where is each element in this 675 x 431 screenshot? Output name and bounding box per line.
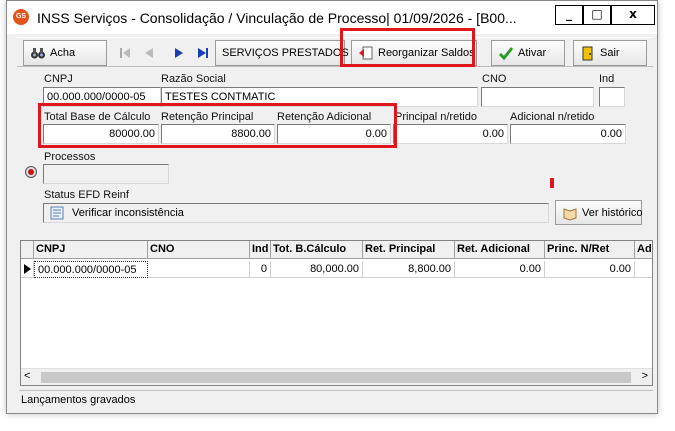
- ativar-label: Ativar: [518, 47, 547, 59]
- servicos-prestados-button[interactable]: SERVIÇOS PRESTADOS: [215, 40, 349, 66]
- cno-field[interactable]: [481, 87, 594, 107]
- retencao-principal-field[interactable]: 8800.00: [161, 124, 275, 144]
- current-row-indicator: [21, 261, 34, 278]
- column-header-ret-adicional[interactable]: Ret. Adicional: [455, 241, 545, 259]
- exit-door-icon: [580, 45, 596, 61]
- checkmark-icon: [498, 45, 514, 61]
- column-header-ind[interactable]: Ind: [250, 241, 271, 259]
- table-cell-cno[interactable]: [148, 261, 250, 278]
- ver-historico-label: Ver histórico: [582, 206, 643, 219]
- history-book-icon: [562, 205, 578, 221]
- status-bar: Lançamentos gravados: [19, 390, 653, 410]
- adicional-nretido-field[interactable]: 0.00: [510, 124, 626, 144]
- processos-field[interactable]: [43, 164, 169, 184]
- table-cell-ret-principal[interactable]: 8,800.00: [363, 261, 455, 278]
- table-cell-tot-bcalculo[interactable]: 80,000.00: [271, 261, 363, 278]
- close-button[interactable]: x: [611, 5, 655, 25]
- status-efd-field: Verificar inconsistência: [43, 203, 549, 223]
- ativar-button[interactable]: Ativar: [491, 40, 565, 66]
- ver-historico-button[interactable]: Ver histórico: [555, 200, 643, 225]
- previous-record-button[interactable]: [137, 40, 159, 66]
- razao-social-field[interactable]: TESTES CONTMATIC: [161, 87, 478, 107]
- row-indicator-header: [21, 241, 34, 259]
- next-icon: [171, 45, 187, 61]
- servicos-prestados-label: SERVIÇOS PRESTADOS: [222, 47, 349, 59]
- maximize-button[interactable]: □: [583, 5, 611, 25]
- first-record-button[interactable]: [113, 40, 135, 66]
- status-efd-value: Verificar inconsistência: [72, 207, 184, 219]
- minimize-button[interactable]: _: [555, 5, 583, 25]
- lancamentos-grid[interactable]: CNPJ CNO Ind Tot. B.Cálculo Ret. Princip…: [20, 240, 653, 386]
- status-efd-label: Status EFD Reinf: [44, 189, 129, 201]
- principal-nretido-label: Principal n/retido: [395, 111, 477, 123]
- last-record-button[interactable]: [191, 40, 213, 66]
- toolbar: Acha SERVIÇOS PRESTADOS Reorganizar Sald…: [17, 37, 653, 67]
- next-record-button[interactable]: [167, 40, 189, 66]
- previous-icon: [141, 45, 157, 61]
- grid-header: CNPJ CNO Ind Tot. B.Cálculo Ret. Princip…: [21, 241, 652, 259]
- scroll-left-icon[interactable]: <: [24, 370, 30, 382]
- cnpj-label: CNPJ: [44, 73, 73, 85]
- retencao-principal-label: Retenção Principal: [161, 111, 254, 123]
- indicator-mark: [550, 178, 554, 188]
- binoculars-icon: [30, 45, 46, 61]
- ind-field[interactable]: [599, 87, 625, 107]
- cnpj-field[interactable]: 00.000.000/0000-05: [43, 87, 161, 107]
- window-title: INSS Serviços - Consolidação / Vinculaçã…: [37, 10, 517, 26]
- column-header-princ-nret[interactable]: Princ. N/Ret: [545, 241, 635, 259]
- table-cell-ind[interactable]: 0: [250, 261, 271, 278]
- processos-radio-icon[interactable]: [25, 166, 37, 178]
- sair-button[interactable]: Sair: [573, 40, 647, 66]
- first-record-icon: [117, 45, 133, 61]
- scrollbar-thumb[interactable]: [41, 372, 631, 383]
- reorganizar-saldos-button[interactable]: Reorganizar Saldos: [351, 40, 477, 66]
- sair-label: Sair: [600, 47, 620, 59]
- title-bar: GS INSS Serviços - Consolidação / Vincul…: [7, 1, 657, 34]
- principal-nretido-field[interactable]: 0.00: [393, 124, 508, 144]
- ind-label: Ind: [599, 73, 615, 85]
- razao-social-label: Razão Social: [161, 73, 226, 85]
- cno-label: CNO: [482, 73, 507, 85]
- document-list-icon: [50, 206, 64, 222]
- acha-button[interactable]: Acha: [23, 40, 107, 66]
- column-header-tot-bcalculo[interactable]: Tot. B.Cálculo: [271, 241, 363, 259]
- column-header-cno[interactable]: CNO: [148, 241, 250, 259]
- reorganize-icon: [358, 45, 374, 61]
- column-header-ret-principal[interactable]: Ret. Principal: [363, 241, 455, 259]
- scroll-right-icon[interactable]: >: [642, 370, 648, 382]
- app-icon: GS: [13, 9, 29, 25]
- column-header-ad[interactable]: Ad: [635, 241, 652, 259]
- processos-label: Processos: [44, 151, 96, 163]
- table-cell-ad[interactable]: [635, 261, 652, 278]
- acha-label: Acha: [50, 47, 76, 59]
- reorganizar-saldos-label: Reorganizar Saldos: [378, 47, 475, 59]
- total-base-label: Total Base de Cálculo: [44, 111, 151, 123]
- horizontal-scrollbar[interactable]: < >: [21, 368, 652, 385]
- retencao-adicional-field[interactable]: 0.00: [277, 124, 391, 144]
- main-window: GS INSS Serviços - Consolidação / Vincul…: [6, 0, 658, 414]
- last-record-icon: [195, 45, 211, 61]
- table-cell-princ-nret[interactable]: 0.00: [545, 261, 635, 278]
- adicional-nretido-label: Adicional n/retido: [510, 111, 595, 123]
- retencao-adicional-label: Retenção Adicional: [277, 111, 372, 123]
- table-cell-cnpj[interactable]: 00.000.000/0000-05: [34, 261, 148, 278]
- table-cell-ret-adicional[interactable]: 0.00: [455, 261, 545, 278]
- column-header-cnpj[interactable]: CNPJ: [34, 241, 148, 259]
- total-base-field[interactable]: 80000.00: [43, 124, 159, 144]
